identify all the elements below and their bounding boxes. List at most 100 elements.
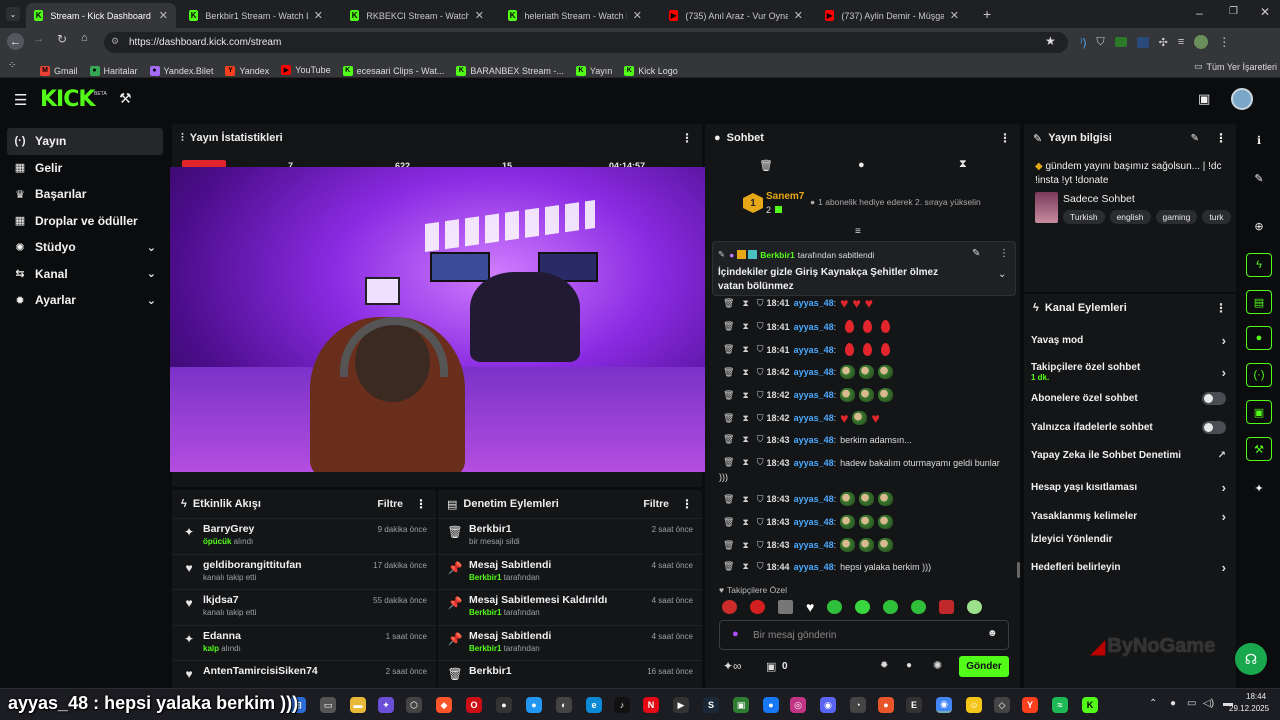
chat-icon[interactable]: ● xyxy=(858,159,865,171)
profile-avatar[interactable] xyxy=(1194,35,1209,49)
clock-time[interactable]: 18:44 xyxy=(1246,692,1266,701)
stats-menu-icon[interactable]: ⋮ xyxy=(681,131,693,145)
support-headset-icon[interactable]: ☊ xyxy=(1235,643,1267,675)
close-window-icon[interactable]: ✕ xyxy=(1260,5,1270,19)
chat-message[interactable]: 🗑 ⧗ ⛉ 18:42 ayyas_48: ♥ ♥ xyxy=(723,411,880,425)
site-info-icon[interactable]: ⚙ xyxy=(111,36,119,47)
timeout-hourglass-icon[interactable]: ⧗ xyxy=(742,540,748,551)
chevron-right-icon[interactable]: › xyxy=(1222,480,1226,495)
ban-shield-icon[interactable]: ⛉ xyxy=(757,367,764,378)
taskbar-instagram-icon[interactable]: ◎ xyxy=(790,697,806,713)
taskbar-app10-icon[interactable]: ☺ xyxy=(966,697,982,713)
delete-message-icon[interactable]: 🗑 xyxy=(723,298,734,309)
channel-action-row[interactable]: Yalnızca ifadelerle sohbet xyxy=(1031,421,1226,434)
taskbar-task-view-icon[interactable]: ▭ xyxy=(320,697,336,713)
toggle-switch[interactable] xyxy=(1202,421,1226,434)
restore-icon[interactable]: ❐ xyxy=(1229,6,1238,17)
channel-action-row[interactable]: Hedefleri belirleyin › xyxy=(1031,560,1226,575)
feed-item[interactable]: ✦ Edanna kalp alındı 1 saat önce xyxy=(172,624,436,661)
apps-grid-icon[interactable]: ⁘ xyxy=(8,60,16,71)
chat-tools-icon[interactable]: ✺ xyxy=(933,659,942,672)
chat-message[interactable]: 🗑 ⧗ ⛉ 18:44 ayyas_48: hepsi yalaka berkim ))) xyxy=(723,561,931,572)
feed-item[interactable]: ♥ lkjdsa7 kanalı takip etti 55 dakika önce xyxy=(172,589,436,625)
chat-message[interactable]: 🗑 ⧗ ⛉ 18:41 ayyas_48: xyxy=(723,343,891,356)
edit-info-icon[interactable]: ✎ xyxy=(1191,133,1199,144)
user-avatar[interactable] xyxy=(1231,88,1253,110)
delete-message-icon[interactable]: 🗑 xyxy=(723,321,734,332)
feed-item[interactable]: 📌 Mesaj Sabitlendi Berkbir1 tarafından 4 sa… xyxy=(438,553,702,590)
feed-item[interactable]: 🗑 Berkbir1 16 saat önce xyxy=(438,660,702,688)
timeout-hourglass-icon[interactable]: ⧗ xyxy=(742,457,748,468)
channel-action-row[interactable]: Yasaklanmış kelimeler › xyxy=(1031,509,1226,524)
sidebar-item[interactable]: ⇆ Kanal ⌄ xyxy=(7,261,163,288)
feed-item[interactable]: 📌 Mesaj Sabitlemesi Kaldırıldı Berkbir1 ta… xyxy=(438,589,702,625)
info-menu-icon[interactable]: ⋮ xyxy=(1215,131,1227,145)
creator-tools-icon[interactable]: ⚒ xyxy=(119,90,132,107)
chevron-right-icon[interactable]: › xyxy=(1222,333,1226,348)
emote-1[interactable] xyxy=(722,600,737,614)
channel-action-row[interactable]: İzleyici Yönlendir xyxy=(1031,534,1226,545)
ban-shield-icon[interactable]: ⛉ xyxy=(757,457,764,468)
translate-extension-icon[interactable]: ⁾) xyxy=(1080,36,1086,49)
ban-shield-icon[interactable]: ⛉ xyxy=(757,561,764,572)
taskbar-app3-icon[interactable]: ● xyxy=(526,697,542,713)
tab-close-icon[interactable]: ✕ xyxy=(794,9,803,22)
actions-menu-icon[interactable]: ⋮ xyxy=(1215,301,1227,315)
emote-9[interactable] xyxy=(939,600,955,614)
pinned-menu-icon[interactable]: ⋮ xyxy=(999,248,1009,259)
media-control-icon[interactable]: ≡ xyxy=(1178,36,1184,48)
channel-action-row[interactable]: Hesap yaşı kısıtlaması › xyxy=(1031,480,1226,495)
category-name[interactable]: Sadece Sohbet xyxy=(1063,193,1135,205)
toggle-switch[interactable] xyxy=(1202,392,1226,405)
bookmark-item[interactable]: K Yayın xyxy=(575,65,612,76)
chat-message[interactable]: 🗑 ⧗ ⛉ 18:43 ayyas_48: hadew bakalım oturmayam… xyxy=(723,457,1000,468)
bolt-side-icon[interactable]: ϟ xyxy=(1246,253,1272,277)
chat-side-icon[interactable]: ● xyxy=(1246,326,1272,350)
chevron-right-icon[interactable]: › xyxy=(1222,509,1226,524)
chat-scrollbar[interactable] xyxy=(1017,562,1020,578)
minimize-icon[interactable]: – xyxy=(1196,6,1203,20)
taskbar-app9-icon[interactable]: ● xyxy=(878,697,894,713)
message-username[interactable]: ayyas_48 xyxy=(794,413,834,423)
sidebar-item[interactable]: ▦ Gelir xyxy=(7,155,163,182)
message-username[interactable]: ayyas_48 xyxy=(794,390,834,400)
chat-message[interactable]: 🗑 ⧗ ⛉ 18:41 ayyas_48: ♥ ♥ ♥ xyxy=(723,296,873,310)
document-side-icon[interactable]: ▤ xyxy=(1246,290,1272,314)
taskbar-brave-icon[interactable]: ◆ xyxy=(436,697,452,713)
chat-message[interactable]: 🗑 ⧗ ⛉ 18:43 ayyas_48: berkim adamsın... xyxy=(723,434,912,445)
chevron-down-icon[interactable]: ⌄ xyxy=(147,267,156,280)
bookmark-item[interactable]: ● Yandex.Bilet xyxy=(149,65,213,76)
message-username[interactable]: ayyas_48 xyxy=(794,435,834,445)
pinned-by-user[interactable]: Berkbir1 xyxy=(760,250,795,260)
message-username[interactable]: ayyas_48 xyxy=(794,494,834,504)
ban-shield-icon[interactable]: ⛉ xyxy=(757,517,764,528)
bookmark-star-icon[interactable]: ★ xyxy=(1045,34,1056,48)
delete-message-icon[interactable]: 🗑 xyxy=(723,494,734,505)
delete-message-icon[interactable]: 🗑 xyxy=(723,561,734,572)
blue-extension-icon[interactable] xyxy=(1136,36,1149,48)
chat-users-icon[interactable]: ● xyxy=(906,660,912,671)
chat-message[interactable]: 🗑 ⧗ ⛉ 18:41 ayyas_48: xyxy=(723,320,891,333)
gift-box-icon[interactable]: ▣ xyxy=(766,660,776,673)
chat-message[interactable]: 🗑 ⧗ ⛉ 18:42 ayyas_48: xyxy=(723,388,894,402)
tray-volume-icon[interactable]: ◁) xyxy=(1203,698,1214,709)
taskbar-app7-icon[interactable]: ● xyxy=(763,697,779,713)
delete-message-icon[interactable]: 🗑 xyxy=(723,344,734,355)
taskbar-spotify-icon[interactable]: ≈ xyxy=(1052,697,1068,713)
stream-tag[interactable]: turk xyxy=(1202,210,1231,224)
taskbar-netflix-icon[interactable]: N xyxy=(643,697,659,713)
category-thumbnail[interactable] xyxy=(1035,192,1058,223)
chevron-right-icon[interactable]: › xyxy=(1222,560,1226,575)
emoji-icon[interactable]: ☻ xyxy=(987,628,998,639)
timeout-hourglass-icon[interactable]: ⧗ xyxy=(742,561,748,572)
timeout-hourglass-icon[interactable]: ⧗ xyxy=(742,298,748,309)
taskbar-app5-icon[interactable]: ▶ xyxy=(673,697,689,713)
info-side-icon[interactable]: ℹ xyxy=(1246,128,1272,152)
timeout-hourglass-icon[interactable]: ⧗ xyxy=(742,517,748,528)
message-username[interactable]: ayyas_48 xyxy=(794,367,834,377)
delete-message-icon[interactable]: 🗑 xyxy=(723,434,734,445)
channel-action-row[interactable]: Yapay Zeka ile Sohbet Denetimi ↗ xyxy=(1031,450,1226,461)
bookmark-item[interactable]: Y Yandex xyxy=(225,65,269,76)
shield-extension-icon[interactable]: ⛉ xyxy=(1096,36,1104,49)
channel-action-row[interactable]: Yavaş mod › xyxy=(1031,333,1226,348)
